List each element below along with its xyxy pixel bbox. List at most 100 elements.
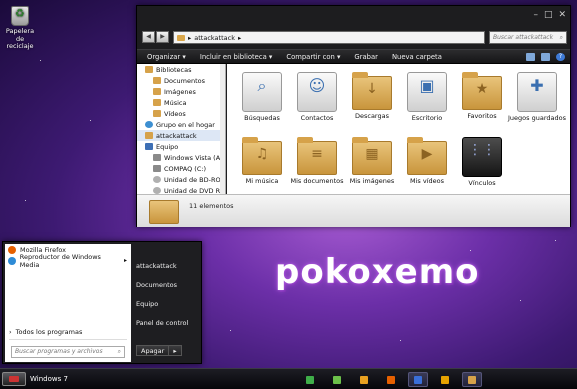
breadcrumb[interactable]: attackattack <box>194 34 235 42</box>
search-folder-icon: ⌕ <box>242 72 282 112</box>
recycle-bin-desktop-icon[interactable]: Papelera de reciclaje <box>2 6 38 51</box>
taskbar-firefox-button[interactable] <box>381 372 401 387</box>
nav-item[interactable]: attackattack <box>137 130 225 141</box>
taskbar-media-icon <box>441 375 449 384</box>
help-icon[interactable]: ? <box>556 52 565 61</box>
videos-folder-icon: ▶ <box>407 137 447 175</box>
divider <box>9 339 127 340</box>
preview-pane-icon[interactable] <box>541 52 550 61</box>
folder-tile[interactable]: ▦ Mis imágenes <box>342 137 402 186</box>
folder-tile-label: Mis documentos <box>290 177 344 185</box>
file-view: ⌕ Búsquedas ☺ Contactos ↓ Descargas ▣ Escritori… <box>227 64 570 194</box>
folder-icon <box>153 99 161 106</box>
folder-tile[interactable]: ✚ Juegos guardados <box>507 72 567 123</box>
arrow-right-icon: › <box>9 328 12 336</box>
folder-tile[interactable]: ≡ Mis documentos <box>287 137 347 186</box>
submenu-arrow-icon[interactable]: ▸ <box>124 257 131 264</box>
folder-icon <box>153 88 161 95</box>
nav-scrollbar[interactable] <box>220 64 225 194</box>
taskbar-label: Windows 7 <box>30 375 68 383</box>
close-icon[interactable]: ✕ <box>558 11 566 20</box>
nav-item[interactable]: Música <box>137 97 225 108</box>
minimize-icon[interactable]: – <box>533 11 538 20</box>
nav-item[interactable]: Vídeos <box>137 108 225 119</box>
taskbar-firefox-icon <box>387 375 395 384</box>
folder-tile[interactable]: ★ Favoritos <box>452 72 512 121</box>
taskbar-app-1-button[interactable] <box>300 372 320 387</box>
nav-item[interactable]: Equipo <box>137 141 225 152</box>
pictures-folder-icon: ▦ <box>352 137 392 175</box>
links-icon: ⋮⋮ <box>462 137 502 177</box>
forward-button[interactable]: ▶ <box>156 31 169 43</box>
start-item-control-panel[interactable]: Panel de control <box>136 319 188 338</box>
folder-tile[interactable]: ▶ Mis vídeos <box>397 137 457 186</box>
nav-item[interactable]: COMPAQ (C:) <box>137 163 225 174</box>
media-player-icon <box>8 256 16 265</box>
shutdown-options-icon[interactable]: ▸ <box>168 346 180 355</box>
folder-tile[interactable]: ♫ Mi música <box>232 137 292 186</box>
folder-tile-label: Contactos <box>300 114 334 122</box>
search-icon: ⌕ <box>117 348 121 355</box>
start-item-computer[interactable]: Equipo <box>136 300 188 319</box>
organize-button[interactable]: Organizar ▾ <box>147 53 186 61</box>
disc-icon <box>153 187 161 194</box>
share-button[interactable]: Compartir con ▾ <box>286 53 340 61</box>
folder-tile[interactable]: ☺ Contactos <box>287 72 347 123</box>
folder-tile-label: Mi música <box>245 177 279 185</box>
start-program-label: Reproductor de Windows Media <box>19 252 101 269</box>
nav-item[interactable]: Unidad de BD-ROM ( <box>137 174 225 185</box>
window-controls: – □ ✕ <box>533 11 566 20</box>
details-pane: 11 elementos <box>137 194 570 227</box>
contacts-icon: ☺ <box>297 72 337 112</box>
start-search-input[interactable]: Buscar programas y archivos ⌕ <box>11 346 125 358</box>
back-button[interactable]: ◀ <box>142 31 155 43</box>
nav-item[interactable]: Grupo en el hogar <box>137 119 225 130</box>
nav-item-label: Equipo <box>156 142 179 151</box>
folder-icon <box>153 110 161 117</box>
taskbar-app-3-button[interactable] <box>354 372 374 387</box>
search-input[interactable]: Buscar attackattack ⌕ <box>489 31 567 44</box>
watermark-text: pokoxemo <box>275 252 480 292</box>
folder-tile[interactable]: ↓ Descargas <box>342 72 402 121</box>
taskbar-explorer-button[interactable] <box>462 372 482 387</box>
view-options-icon[interactable] <box>526 52 535 61</box>
all-programs-button[interactable]: › Todos los programas <box>9 328 82 336</box>
folder-tile-label: Mis vídeos <box>409 177 444 185</box>
nav-item[interactable]: Unidad de DVD RW ( <box>137 185 225 194</box>
nav-item-label: COMPAQ (C:) <box>164 164 207 173</box>
taskbar-media-button[interactable] <box>435 372 455 387</box>
include-library-button[interactable]: Incluir en biblioteca ▾ <box>200 53 273 61</box>
start-item-documents[interactable]: Documentos <box>136 281 188 300</box>
recycle-bin-label: Papelera de reciclaje <box>5 27 35 50</box>
nav-item[interactable]: Windows Vista (A:) <box>137 152 225 163</box>
folder-tile-label: Búsquedas <box>244 114 280 122</box>
taskbar-app-1-icon <box>306 375 314 384</box>
nav-item-label: Windows Vista (A:) <box>164 153 225 162</box>
taskbar-app-5-button[interactable] <box>408 372 428 387</box>
start-menu-programs: Mozilla Firefox Reproductor de Windows Me… <box>5 244 131 362</box>
address-bar[interactable]: ▸ attackattack ▸ <box>173 31 485 44</box>
maximize-icon[interactable]: □ <box>544 11 553 20</box>
taskbar-app-5-icon <box>414 375 422 384</box>
taskbar-app-2-button[interactable] <box>327 372 347 387</box>
music-folder-icon: ♫ <box>242 137 282 175</box>
shutdown-button[interactable]: Apagar ▸ <box>136 345 182 356</box>
folder-tile[interactable]: ⌕ Búsquedas <box>232 72 292 123</box>
new-folder-button[interactable]: Nueva carpeta <box>392 53 442 61</box>
search-icon[interactable]: ⌕ <box>560 34 563 42</box>
folder-icon <box>177 34 185 41</box>
breadcrumb-arrow-icon: ▸ <box>188 33 192 42</box>
shutdown-label: Apagar <box>141 347 165 355</box>
firefox-icon <box>8 245 16 254</box>
burn-button[interactable]: Grabar <box>354 53 378 61</box>
nav-item[interactable]: Imágenes <box>137 86 225 97</box>
nav-item[interactable]: Bibliotecas <box>137 64 225 75</box>
start-program-item[interactable]: Reproductor de Windows Media ▸ <box>5 252 131 269</box>
folder-tile[interactable]: ⋮⋮ Vínculos <box>452 137 512 188</box>
drive-icon <box>153 165 161 172</box>
nav-item[interactable]: Documentos <box>137 75 225 86</box>
folder-tile[interactable]: ▣ Escritorio <box>397 72 457 123</box>
nav-item-label: attackattack <box>156 131 197 140</box>
start-item-user[interactable]: attackattack <box>136 262 188 281</box>
start-button[interactable] <box>2 372 26 386</box>
